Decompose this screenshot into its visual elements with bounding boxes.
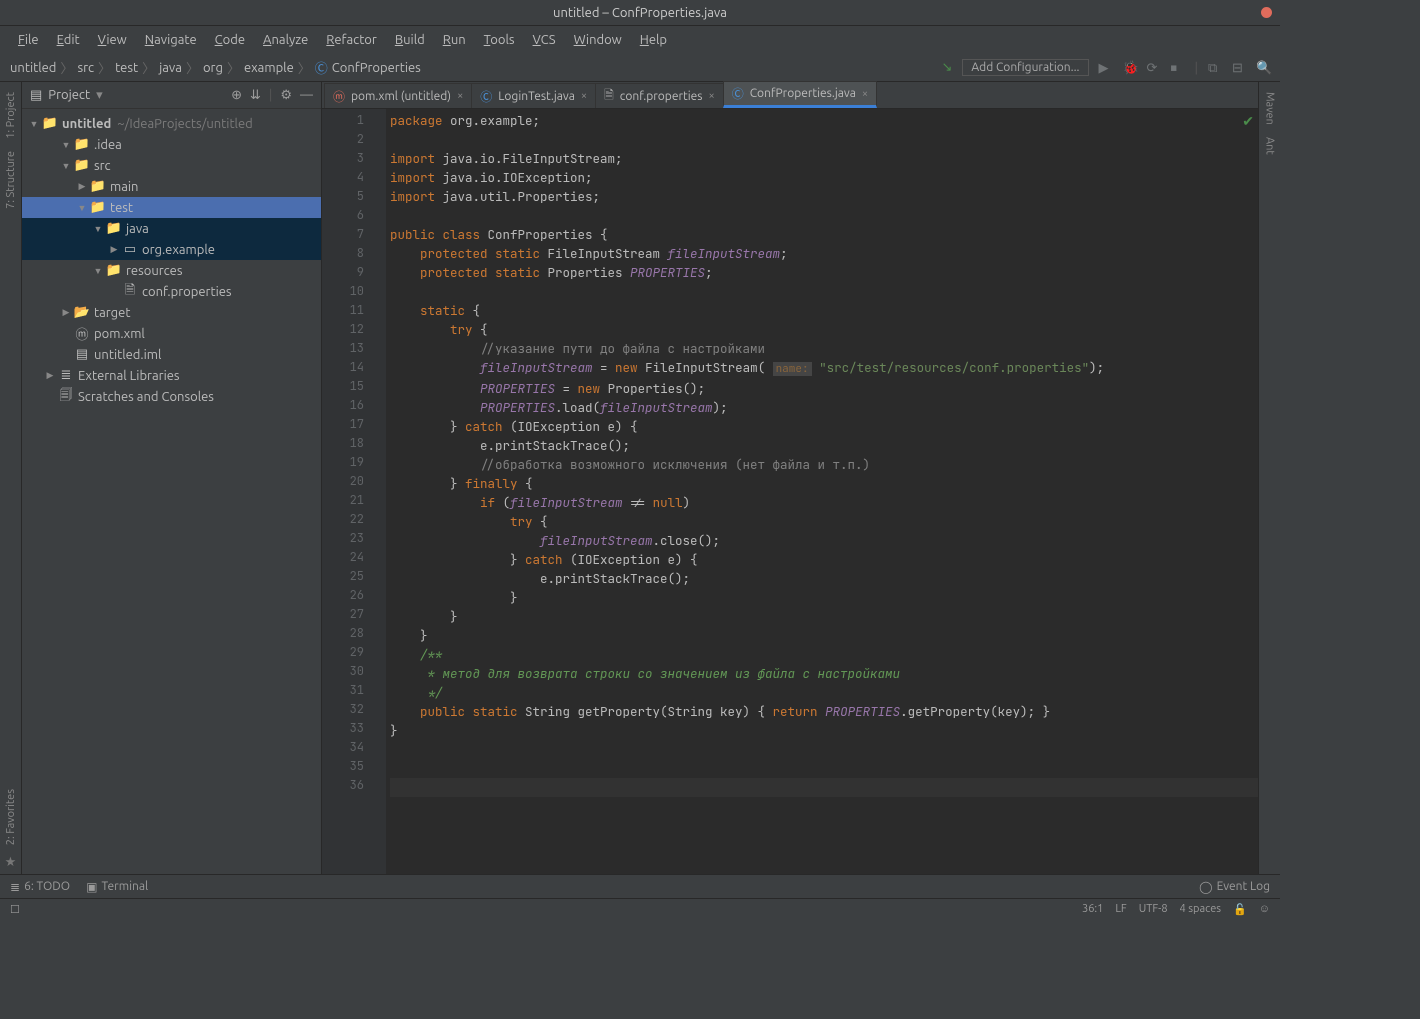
tree-root[interactable]: ▼ 📁 untitled ~/IdeaProjects/untitled [22, 113, 321, 134]
settings-icon[interactable]: ⚙ [280, 88, 292, 103]
tree-node[interactable]: ▼📁test [22, 197, 321, 218]
tree-node[interactable]: ⓜpom.xml [22, 323, 321, 344]
collapse-icon[interactable]: ⇊ [250, 88, 261, 103]
chevron-down-icon[interactable]: ▾ [96, 88, 103, 103]
tree-node[interactable]: ▶📂target [22, 302, 321, 323]
tree-node[interactable]: ▼📁java [22, 218, 321, 239]
breadcrumb-item[interactable]: ConfProperties [332, 61, 421, 75]
menu-edit[interactable]: Edit [49, 30, 88, 50]
code-area[interactable]: package org.example; import java.io.File… [386, 109, 1258, 874]
editor-tabs: ⓜpom.xml (untitled)×ⒸLoginTest.java×🗎con… [322, 82, 1258, 109]
build-icon[interactable]: ↘ [941, 60, 952, 75]
close-tab-icon[interactable]: × [708, 90, 714, 102]
close-icon[interactable] [1261, 7, 1272, 18]
breadcrumb-item[interactable]: src [77, 61, 94, 75]
window-title: untitled – ConfProperties.java [553, 6, 727, 20]
tree-node[interactable]: ▼📁src [22, 155, 321, 176]
memory-icon[interactable]: ☺ [1259, 903, 1270, 916]
search-icon[interactable]: 🔍 [1256, 61, 1270, 75]
menu-vcs[interactable]: VCS [525, 30, 564, 50]
breadcrumb-item[interactable]: java [159, 61, 182, 75]
run-config-selector[interactable]: Add Configuration... [962, 59, 1088, 76]
tree-node[interactable]: 🗎conf.properties [22, 281, 321, 302]
right-tool-strip: MavenAnt [1258, 82, 1280, 874]
editor-area: ⓜpom.xml (untitled)×ⒸLoginTest.java×🗎con… [322, 82, 1258, 874]
hide-icon[interactable]: — [300, 88, 313, 103]
window-titlebar: untitled – ConfProperties.java [0, 0, 1280, 26]
tree-node[interactable]: ▶📁main [22, 176, 321, 197]
bottom-tool-bar: ≣ 6: TODO ▣ Terminal ◯ Event Log [0, 874, 1280, 898]
project-pane-title: Project [48, 88, 90, 102]
readonly-icon[interactable]: 🔓 [1233, 903, 1247, 916]
status-bar: ☐ 36:1 LF UTF-8 4 spaces 🔓 ☺ [0, 898, 1280, 920]
indent[interactable]: 4 spaces [1180, 903, 1222, 916]
file-icon: ⓜ [333, 88, 345, 105]
event-log-tool[interactable]: ◯ Event Log [1199, 880, 1270, 894]
menu-refactor[interactable]: Refactor [318, 30, 385, 50]
sync-icon[interactable]: ⊟ [1232, 61, 1246, 75]
menu-help[interactable]: Help [632, 30, 675, 50]
menu-run[interactable]: Run [435, 30, 474, 50]
menu-navigate[interactable]: Navigate [137, 30, 205, 50]
line-gutter: 1234567891011121314151617181920212223242… [322, 109, 372, 874]
encoding[interactable]: UTF-8 [1139, 903, 1168, 916]
menu-code[interactable]: Code [207, 30, 253, 50]
project-pane-icon: ▤ [30, 88, 42, 103]
close-tab-icon[interactable]: × [862, 88, 868, 100]
tree-node[interactable]: ▶▭org.example [22, 239, 321, 260]
todo-tool[interactable]: ≣ 6: TODO [10, 880, 70, 894]
editor-body[interactable]: 1234567891011121314151617181920212223242… [322, 109, 1258, 874]
menu-tools[interactable]: Tools [476, 30, 523, 50]
breadcrumb-item[interactable]: test [115, 61, 138, 75]
menubar: FileEditViewNavigateCodeAnalyzeRefactorB… [0, 26, 1280, 54]
toolwindow-tab[interactable]: Maven [1264, 86, 1276, 131]
editor-tab[interactable]: ⓜpom.xml (untitled)× [324, 83, 472, 108]
editor-tab[interactable]: 🗎conf.properties× [595, 83, 724, 108]
class-icon: Ⓒ [732, 85, 744, 102]
editor-tab[interactable]: ⒸLoginTest.java× [471, 83, 596, 108]
breadcrumb-item[interactable]: untitled [10, 61, 56, 75]
menu-view[interactable]: View [90, 30, 135, 50]
profile-icon[interactable]: ⏹ [1171, 61, 1185, 75]
breadcrumb-item[interactable]: org [203, 61, 223, 75]
project-pane-header: ▤ Project ▾ ⊕ ⇊ | ⚙ — [22, 82, 321, 109]
menu-file[interactable]: File [10, 30, 47, 50]
breadcrumb: untitled〉src〉test〉java〉org〉example〉Ⓒ Con… [10, 58, 941, 77]
menu-build[interactable]: Build [387, 30, 433, 50]
toolwindow-tab[interactable]: 2: Favorites [5, 783, 17, 851]
project-tree[interactable]: ▼ 📁 untitled ~/IdeaProjects/untitled ▼📁.… [22, 109, 321, 874]
tree-node[interactable]: 🗐Scratches and Consoles [22, 386, 321, 407]
fold-column[interactable] [372, 109, 386, 874]
toolwindow-tab[interactable]: Ant [1264, 131, 1276, 161]
toolwindow-tab[interactable]: 7: Structure [5, 145, 17, 215]
menu-analyze[interactable]: Analyze [255, 30, 316, 50]
file-icon: 🗎 [604, 86, 614, 107]
menu-window[interactable]: Window [566, 30, 630, 50]
close-tab-icon[interactable]: × [457, 90, 463, 102]
inspection-ok-icon[interactable]: ✔ [1242, 113, 1254, 130]
debug-icon[interactable]: 🐞 [1123, 61, 1137, 75]
terminal-tool[interactable]: ▣ Terminal [86, 880, 148, 894]
toolwindow-tab[interactable]: 1: Project [5, 86, 17, 145]
caret-position[interactable]: 36:1 [1082, 903, 1103, 916]
tree-node[interactable]: ▼📁resources [22, 260, 321, 281]
coverage-icon[interactable]: ⟳ [1147, 61, 1161, 75]
line-ending[interactable]: LF [1115, 903, 1126, 916]
class-icon: Ⓒ [480, 88, 492, 105]
run-icon[interactable]: ▶ [1099, 61, 1113, 75]
class-icon: Ⓒ [315, 58, 328, 77]
git-icon[interactable]: ⧉ [1208, 61, 1222, 75]
tree-node[interactable]: ▤untitled.iml [22, 344, 321, 365]
tree-node[interactable]: ▼📁.idea [22, 134, 321, 155]
close-tab-icon[interactable]: × [581, 90, 587, 102]
left-tool-strip: 1: Project7: Structure 2: Favorites ★ [0, 82, 22, 874]
tree-node[interactable]: ▶≣External Libraries [22, 365, 321, 386]
navbar: untitled〉src〉test〉java〉org〉example〉Ⓒ Con… [0, 54, 1280, 82]
status-hint-icon[interactable]: ☐ [10, 903, 20, 916]
breadcrumb-item[interactable]: example [244, 61, 294, 75]
favorites-icon[interactable]: ★ [5, 855, 17, 870]
project-pane: ▤ Project ▾ ⊕ ⇊ | ⚙ — ▼ 📁 untitled ~/Ide… [22, 82, 322, 874]
editor-tab[interactable]: ⒸConfProperties.java× [723, 81, 877, 108]
locate-icon[interactable]: ⊕ [231, 88, 242, 103]
